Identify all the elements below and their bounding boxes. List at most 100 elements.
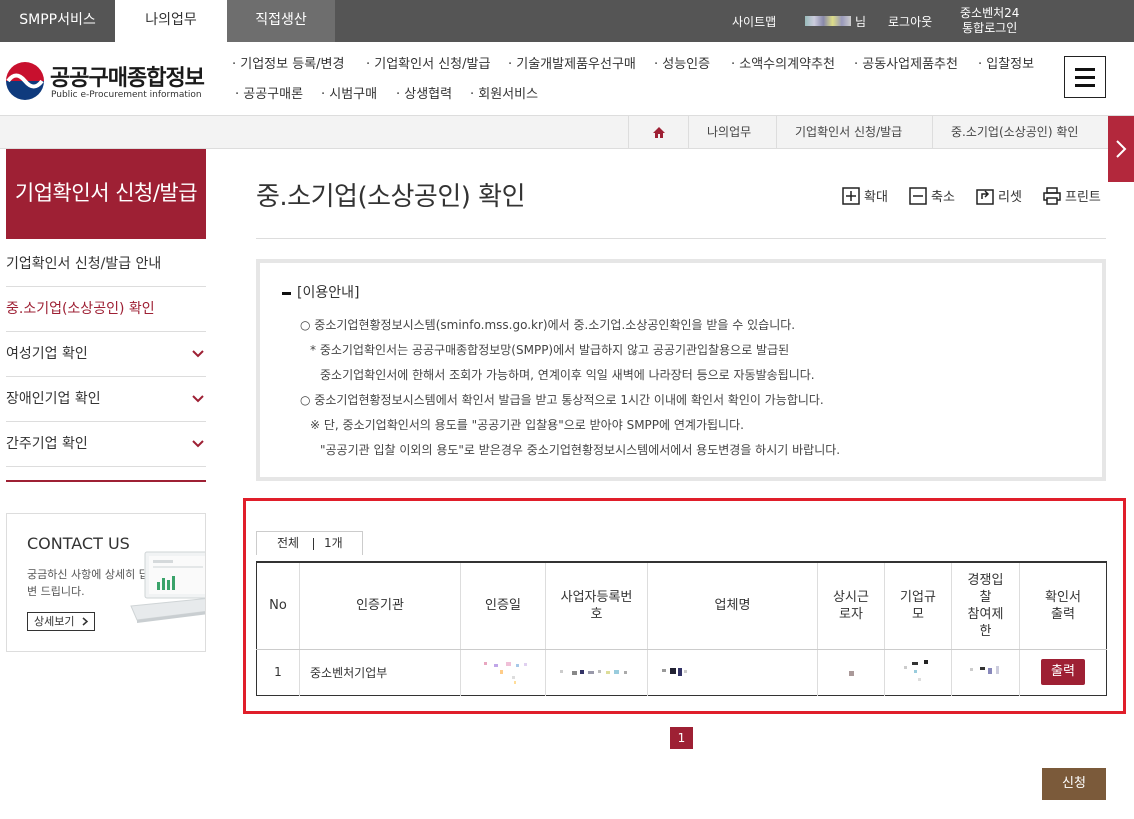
ventures24-login-link[interactable]: 중소벤처24 통합로그인 <box>960 0 1019 42</box>
blurred-username <box>805 16 851 26</box>
cell-company-size <box>884 649 952 695</box>
zoom-out-button[interactable]: 축소 <box>909 186 955 205</box>
blurred-business-number <box>559 670 627 676</box>
contact-heading: CONTACT US <box>27 534 130 553</box>
notice-heading: [이용안내] <box>282 282 359 302</box>
sidebar-item-disabled-enterprise[interactable]: 장애인기업 확인 <box>6 377 206 422</box>
gnb-public-procurement[interactable]: · 공공구매론 <box>235 83 303 102</box>
chevron-right-icon <box>1116 140 1127 158</box>
home-icon <box>652 127 665 138</box>
table-row: 1 중소벤처기업부 출력 <box>256 649 1107 695</box>
hamburger-menu-button[interactable] <box>1064 56 1106 98</box>
gnb-bid-info[interactable]: · 입찰정보 <box>978 53 1034 72</box>
result-count: 전체 1개 <box>256 531 363 555</box>
gnb-joint-product[interactable]: · 공동사업제품추천 <box>854 53 958 72</box>
zoom-in-icon <box>842 186 860 205</box>
gnb-certificate[interactable]: · 기업확인서 신청/발급 <box>366 53 490 72</box>
gnb-company-info[interactable]: · 기업정보 등록/변경 <box>232 53 344 72</box>
gnb-member-service[interactable]: · 회원서비스 <box>470 83 538 102</box>
breadcrumb-certificate[interactable]: 기업확인서 신청/발급 <box>776 116 932 149</box>
ventures24-label: 중소벤처24 <box>960 6 1020 20</box>
sidebar-item-women-enterprise[interactable]: 여성기업 확인 <box>6 332 206 377</box>
gnb-tech-product[interactable]: · 기술개발제품우선구매 <box>508 53 636 72</box>
notice-line-2: * 중소기업확인서는 공공구매종합정보망(SMPP)에서 발급하지 않고 공공기… <box>310 343 790 357</box>
cell-no: 1 <box>256 649 300 695</box>
sidebar-menu: 기업확인서 신청/발급 안내 중.소기업(소상공인) 확인 여성기업 확인 장애… <box>6 242 206 467</box>
contact-detail-button[interactable]: 상세보기 <box>27 612 95 631</box>
blurred-company-size <box>904 660 928 681</box>
user-name: 님 <box>805 0 866 42</box>
blurred-cert-date <box>484 662 527 684</box>
blurred-employees <box>849 670 854 676</box>
result-count-value: 1개 <box>324 536 343 550</box>
sidebar-item-sme-check[interactable]: 중.소기업(소상공인) 확인 <box>6 287 206 332</box>
breadcrumb-home[interactable] <box>628 116 688 149</box>
blurred-company-name <box>662 668 687 677</box>
sidebar-item-deemed-enterprise[interactable]: 간주기업 확인 <box>6 422 206 467</box>
usage-notice-box: [이용안내] ○ 중소기업현황정보시스템(sminfo.mss.go.kr)에서… <box>256 259 1106 481</box>
integrated-login-label: 통합로그인 <box>962 21 1018 35</box>
cell-print: 출력 <box>1020 649 1107 695</box>
printer-icon <box>1043 186 1061 205</box>
cell-agency: 중소벤처기업부 <box>299 649 461 695</box>
gnb-performance-cert[interactable]: · 성능인증 <box>654 53 710 72</box>
print-label: 프린트 <box>1065 190 1101 205</box>
gnb-small-contract[interactable]: · 소액수의계약추천 <box>731 53 835 72</box>
next-page-arrow[interactable] <box>1108 116 1134 182</box>
logout-link[interactable]: 로그아웃 <box>888 0 932 42</box>
notice-line-3: 중소기업확인서에 한해서 조회가 가능하며, 연계이후 익일 새벽에 나라장터 … <box>320 368 815 382</box>
government-emblem-icon <box>6 62 44 100</box>
sidebar-item-label: 중.소기업(소상공인) 확인 <box>6 301 155 317</box>
print-button[interactable]: 프린트 <box>1043 186 1101 205</box>
tab-direct-production[interactable]: 직접생산 <box>227 0 335 42</box>
gnb-pilot-purchase[interactable]: · 시범구매 <box>321 83 377 102</box>
sidebar-item-label: 장애인기업 확인 <box>6 391 101 407</box>
notice-line-4: ○ 중소기업현황정보시스템에서 확인서 발급을 받고 통상적으로 1시간 이내에… <box>300 393 824 407</box>
site-logo[interactable]: 공공구매종합정보 Public e-Procurement informatio… <box>6 60 206 102</box>
chevron-right-icon <box>82 617 89 626</box>
col-bid-restriction: 경쟁입 찰 참여제 한 <box>951 562 1020 650</box>
print-certificate-button[interactable]: 출력 <box>1041 659 1085 685</box>
page-title: 중.소기업(소상공인) 확인 <box>256 182 526 212</box>
apply-button[interactable]: 신청 <box>1042 768 1106 800</box>
reset-icon <box>976 188 994 205</box>
contact-detail-label: 상세보기 <box>34 615 75 628</box>
blurred-bid-restriction <box>969 666 999 674</box>
cell-company-name <box>647 649 818 695</box>
tab-my-work[interactable]: 나의업무 <box>115 0 227 42</box>
top-bar: SMPP서비스 나의업무 직접생산 사이트맵 님 로그아웃 중소벤처24 통합로… <box>0 0 1134 42</box>
logo-subtitle: Public e-Procurement information <box>51 90 202 100</box>
zoom-out-label: 축소 <box>931 190 955 205</box>
contact-us-box: CONTACT US 궁금하신 사항에 상세히 답변 드립니다. 상세보기 <box>6 513 206 652</box>
sidebar-item-certificate-guide[interactable]: 기업확인서 신청/발급 안내 <box>6 242 206 287</box>
logo-title: 공공구매종합정보 <box>50 66 205 91</box>
tab-smpp-service[interactable]: SMPP서비스 <box>0 0 115 42</box>
gnb-cooperation[interactable]: · 상생협력 <box>396 83 452 102</box>
sidebar-item-label: 기업확인서 신청/발급 안내 <box>6 256 162 272</box>
col-no: No <box>256 562 300 650</box>
sidebar-divider <box>6 480 206 482</box>
pagination-page-1[interactable]: 1 <box>670 727 693 749</box>
cell-cert-date <box>460 649 546 695</box>
reset-button[interactable]: 리셋 <box>976 186 1022 205</box>
zoom-in-button[interactable]: 확대 <box>842 186 888 205</box>
col-business-number: 사업자등록번 호 <box>545 562 648 650</box>
certificate-table: No 인증기관 인증일 사업자등록번 호 업체명 상시근 로자 기업규 모 경쟁… <box>256 561 1107 696</box>
site-header: 공공구매종합정보 Public e-Procurement informatio… <box>0 42 1134 116</box>
chevron-down-icon <box>192 440 204 448</box>
user-suffix: 님 <box>855 14 867 29</box>
cell-bid-restriction <box>951 649 1020 695</box>
chevron-down-icon <box>192 350 204 358</box>
result-count-label: 전체 <box>277 536 300 550</box>
zoom-in-label: 확대 <box>864 190 888 205</box>
breadcrumb-current: 중.소기업(소상공인) 확인 <box>932 116 1108 149</box>
col-cert-date: 인증일 <box>460 562 546 650</box>
sitemap-link[interactable]: 사이트맵 <box>732 0 776 42</box>
laptop-illustration-icon <box>130 551 205 623</box>
sidebar-item-label: 여성기업 확인 <box>6 346 88 362</box>
breadcrumb: 나의업무 기업확인서 신청/발급 중.소기업(소상공인) 확인 <box>0 116 1134 149</box>
breadcrumb-my-work[interactable]: 나의업무 <box>688 116 776 149</box>
col-company-name: 업체명 <box>647 562 818 650</box>
sidebar-item-label: 간주기업 확인 <box>6 436 88 452</box>
col-employees: 상시근 로자 <box>817 562 885 650</box>
